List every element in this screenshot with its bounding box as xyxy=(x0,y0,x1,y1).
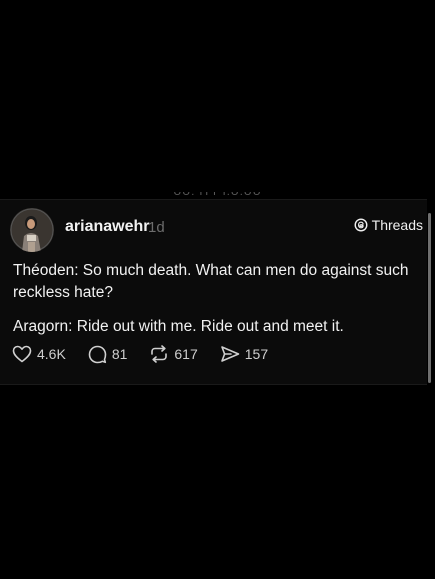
repost-icon xyxy=(151,345,168,363)
threads-label: Threads xyxy=(371,217,423,233)
post-time: 1d xyxy=(148,219,165,236)
reply-button[interactable]: 81 xyxy=(88,345,128,364)
share-count: 157 xyxy=(244,346,269,362)
avatar[interactable] xyxy=(10,208,54,252)
username[interactable]: arianawehr xyxy=(65,218,149,236)
threads-post-card[interactable]: arianawehr 1d Threads Théoden: So much d… xyxy=(0,199,427,385)
post-actions: 4.6K 81 617 157 xyxy=(12,344,290,364)
like-button[interactable]: 4.6K xyxy=(12,345,66,363)
post-body: Théoden: So much death. What can men do … xyxy=(13,260,418,350)
post-line-1: Théoden: So much death. What can men do … xyxy=(13,262,409,301)
screenshot-page: UU. ITT I.U.UU arianawehr 1d Threads Thé xyxy=(0,0,435,579)
threads-badge[interactable]: Threads xyxy=(354,217,423,233)
comment-icon xyxy=(88,345,107,363)
repost-count: 617 xyxy=(174,346,198,362)
scrollbar[interactable] xyxy=(428,213,431,383)
threads-logo-icon xyxy=(354,218,368,232)
repost-button[interactable]: 617 xyxy=(149,345,198,363)
avatar-photo xyxy=(10,208,54,252)
reply-count: 81 xyxy=(111,346,128,362)
heart-icon xyxy=(12,345,32,363)
post-line-2: Aragorn: Ride out with me. Ride out and … xyxy=(13,318,344,335)
send-icon xyxy=(220,346,240,362)
share-button[interactable]: 157 xyxy=(220,345,268,363)
like-count: 4.6K xyxy=(37,346,66,362)
